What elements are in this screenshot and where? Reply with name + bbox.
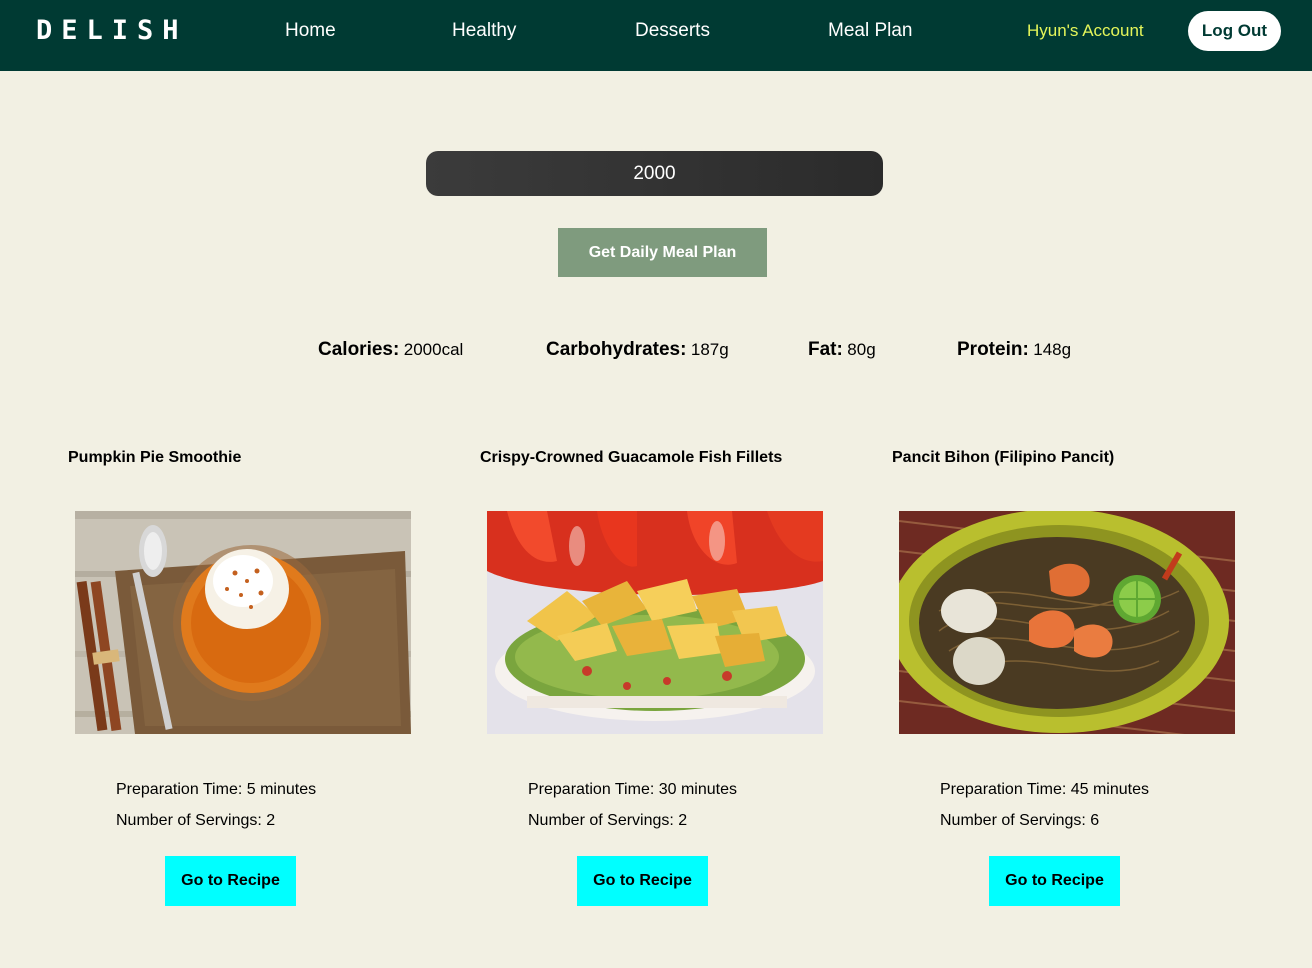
nutrient-protein: Protein: 148g [957, 338, 1071, 363]
nutrient-value: 2000cal [403, 340, 464, 359]
recipe-prep-time: Preparation Time: 5 minutes [116, 781, 317, 798]
nutrient-label: Carbohydrates: [546, 339, 687, 360]
recipe-image-pancit-bihon [899, 511, 1235, 734]
calories-input[interactable] [426, 151, 883, 196]
recipe-servings: Number of Servings: 2 [116, 812, 276, 829]
recipe-image-guacamole-fish [487, 511, 823, 734]
go-to-recipe-button[interactable]: Go to Recipe [165, 856, 296, 906]
site-logo[interactable]: DELISH [36, 14, 188, 48]
recipe-servings: Number of Servings: 2 [528, 812, 688, 829]
nutrient-value: 187g [690, 340, 729, 359]
nutrient-label: Calories: [318, 339, 400, 360]
recipe-title: Pancit Bihon (Filipino Pancit) [892, 449, 1115, 466]
nutrient-label: Protein: [957, 339, 1029, 360]
nutrient-value: 80g [847, 340, 876, 359]
nutrient-fat: Fat: 80g [808, 338, 876, 363]
go-to-recipe-button[interactable]: Go to Recipe [577, 856, 708, 906]
recipe-image-pumpkin-smoothie [75, 511, 411, 734]
logout-button[interactable]: Log Out [1188, 11, 1281, 51]
recipe-prep-time: Preparation Time: 30 minutes [528, 781, 737, 798]
nutrient-value: 148g [1033, 340, 1072, 359]
nav-link-meal-plan[interactable]: Meal Plan [828, 19, 913, 43]
recipe-servings: Number of Servings: 6 [940, 812, 1100, 829]
recipe-title: Crispy-Crowned Guacamole Fish Fillets [480, 449, 783, 466]
get-meal-plan-button[interactable]: Get Daily Meal Plan [558, 228, 767, 277]
account-link[interactable]: Hyun's Account [1027, 20, 1144, 42]
nutrient-label: Fat: [808, 339, 843, 360]
nutrient-calories: Calories: 2000cal [318, 338, 463, 363]
nav-link-home[interactable]: Home [285, 19, 336, 43]
navbar: DELISH Home Healthy Desserts Meal Plan H… [0, 0, 1312, 71]
recipe-prep-time: Preparation Time: 45 minutes [940, 781, 1149, 798]
nav-link-healthy[interactable]: Healthy [452, 19, 516, 43]
nutrient-carbohydrates: Carbohydrates: 187g [546, 338, 729, 363]
go-to-recipe-button[interactable]: Go to Recipe [989, 856, 1120, 906]
nav-link-desserts[interactable]: Desserts [635, 19, 710, 43]
recipe-title: Pumpkin Pie Smoothie [68, 449, 242, 466]
